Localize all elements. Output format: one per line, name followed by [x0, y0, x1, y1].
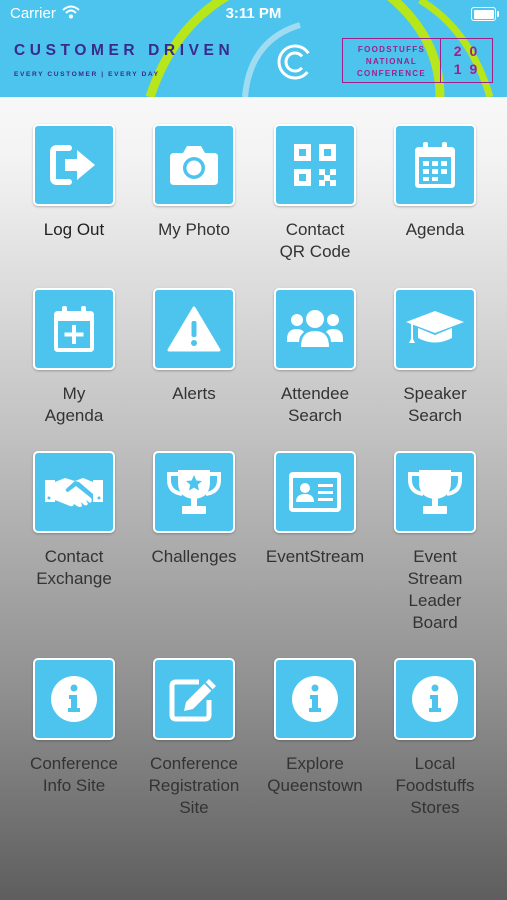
menu-button[interactable] — [394, 658, 476, 740]
menu-item-label: Conference Info Site — [30, 754, 118, 795]
menu-item-label: Conference Registration Site — [148, 754, 240, 817]
menu-item-label: Speaker Search — [403, 384, 467, 425]
menu-button[interactable] — [153, 124, 235, 206]
trophy-icon — [408, 470, 462, 514]
menu-button[interactable] — [274, 451, 356, 533]
menu-item-label: Agenda — [405, 220, 465, 239]
calendar-icon — [415, 142, 455, 188]
menu-item-label: Event Stream Leader Board — [407, 547, 463, 632]
users-icon — [287, 310, 343, 347]
id-card-icon — [289, 472, 341, 512]
menu-button[interactable] — [153, 288, 235, 370]
menu-button[interactable] — [153, 658, 235, 740]
camera-icon — [170, 146, 218, 185]
menu-item-label: Local Foodstuffs Stores — [395, 754, 475, 817]
logout-icon — [50, 145, 95, 185]
menu-item-label: My Agenda — [44, 384, 104, 425]
menu-button[interactable] — [153, 451, 235, 533]
menu-button[interactable] — [394, 288, 476, 370]
menu-item-label: Contact Exchange — [36, 547, 112, 588]
menu-button[interactable] — [33, 451, 115, 533]
menu-item-label: Explore Queenstown — [267, 754, 363, 795]
menu-button[interactable] — [274, 288, 356, 370]
menu-button[interactable] — [33, 124, 115, 206]
menu-item-label: Attendee Search — [280, 384, 350, 425]
menu-button[interactable] — [394, 124, 476, 206]
graduation-cap-icon — [406, 311, 464, 343]
edit-icon — [169, 679, 216, 722]
qr-code-icon — [294, 144, 336, 186]
menu-item-label: Challenges — [151, 547, 237, 566]
trophy-star-icon — [167, 470, 221, 514]
info-icon — [292, 676, 338, 722]
menu-button[interactable] — [33, 288, 115, 370]
info-icon — [412, 676, 458, 722]
menu-item-label: My Photo — [158, 220, 230, 239]
info-icon — [51, 676, 97, 722]
menu-button[interactable] — [274, 658, 356, 740]
menu-button[interactable] — [394, 451, 476, 533]
menu-button[interactable] — [33, 658, 115, 740]
menu-item-label: Alerts — [172, 384, 216, 403]
menu-item-label: Log Out — [43, 220, 105, 239]
menu-button[interactable] — [274, 124, 356, 206]
menu-item-label: Contact QR Code — [279, 220, 351, 261]
menu-grid: Log Out My Photo Contact QR Code Agenda … — [0, 0, 507, 900]
warning-icon — [167, 306, 221, 352]
calendar-add-icon — [54, 306, 94, 352]
handshake-icon — [45, 478, 103, 507]
menu-item-label: EventStream — [265, 547, 365, 566]
